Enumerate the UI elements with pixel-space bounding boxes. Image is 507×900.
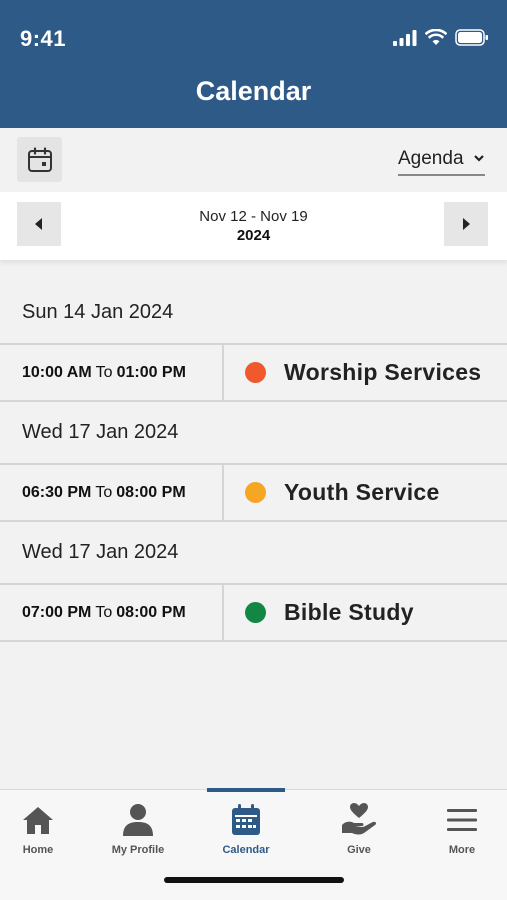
agenda-date-header: Sun 14 Jan 2024 [22, 301, 174, 323]
chevron-down-icon [474, 155, 484, 162]
view-mode-label: Agenda [398, 148, 464, 169]
event-start-time: 06:30 PM [22, 483, 92, 501]
event-start-time: 10:00 AM [22, 363, 92, 381]
calendar-icon [232, 804, 260, 835]
tab-label: More [448, 844, 476, 856]
event-end-time: 08:00 PM [116, 603, 186, 621]
agenda-date-header: Wed 17 Jan 2024 [22, 541, 179, 563]
event-title-cell: Youth Service [224, 465, 507, 520]
battery-icon [455, 29, 488, 46]
date-picker-button[interactable] [17, 137, 62, 182]
view-mode-select[interactable]: Agenda [398, 148, 485, 176]
caret-right-icon [463, 218, 470, 230]
tab-label: Calendar [222, 844, 270, 856]
tab-label: My Profile [111, 844, 165, 856]
event-end-time: 08:00 PM [116, 483, 186, 501]
tab-calendar[interactable]: Calendar [206, 790, 286, 860]
status-icons [393, 29, 489, 46]
status-time: 9:41 [20, 26, 67, 51]
event-color-dot [245, 362, 266, 383]
cellular-signal-icon [393, 29, 417, 46]
event-time-separator: To [95, 603, 113, 621]
event-color-dot [245, 602, 266, 623]
home-icon [23, 807, 53, 834]
week-range: Nov 12 - Nov 19 [199, 208, 308, 225]
next-week-button[interactable] [444, 202, 488, 246]
event-time-range: 10:00 AM To 01:00 PM [0, 345, 224, 400]
tab-more[interactable]: More [422, 790, 502, 860]
event-title: Worship Services [284, 359, 482, 385]
event-time-separator: To [95, 483, 113, 501]
agenda-date-header: Wed 17 Jan 2024 [22, 421, 179, 443]
agenda-event-row[interactable]: 06:30 PM To 08:00 PM Youth Service [0, 463, 507, 522]
menu-icon [447, 809, 477, 831]
app-header: 9:41 Calendar [0, 0, 507, 128]
week-year: 2024 [236, 227, 271, 244]
tab-label: Give [347, 844, 371, 856]
week-navigator: Nov 12 - Nov 19 2024 [0, 192, 507, 260]
event-start-time: 07:00 PM [22, 603, 92, 621]
event-time-range: 07:00 PM To 08:00 PM [0, 585, 224, 640]
agenda-list: Sun 14 Jan 2024 10:00 AM To 01:00 PM Wor… [0, 282, 507, 642]
agenda-event-row[interactable]: 10:00 AM To 01:00 PM Worship Services [0, 343, 507, 402]
event-time-separator: To [95, 363, 113, 381]
home-indicator [164, 877, 344, 883]
event-title-cell: Bible Study [224, 585, 507, 640]
wifi-icon [425, 29, 447, 45]
tab-home[interactable]: Home [0, 790, 78, 860]
tab-label: Home [22, 844, 54, 856]
event-time-range: 06:30 PM To 08:00 PM [0, 465, 224, 520]
event-color-dot [245, 482, 266, 503]
event-title: Youth Service [284, 479, 440, 505]
give-icon [342, 803, 377, 835]
calendar-icon [27, 146, 52, 172]
agenda-event-row[interactable]: 07:00 PM To 08:00 PM Bible Study [0, 583, 507, 642]
event-end-time: 01:00 PM [116, 363, 186, 381]
bottom-tab-bar: Home My Profile Calendar Give More [0, 788, 507, 900]
page-title: Calendar [195, 76, 312, 106]
tab-give[interactable]: Give [319, 790, 399, 860]
event-title: Bible Study [284, 599, 414, 625]
tab-my-profile[interactable]: My Profile [98, 790, 178, 860]
event-title-cell: Worship Services [224, 345, 507, 400]
profile-icon [123, 804, 153, 836]
calendar-toolbar: Agenda [0, 128, 507, 192]
